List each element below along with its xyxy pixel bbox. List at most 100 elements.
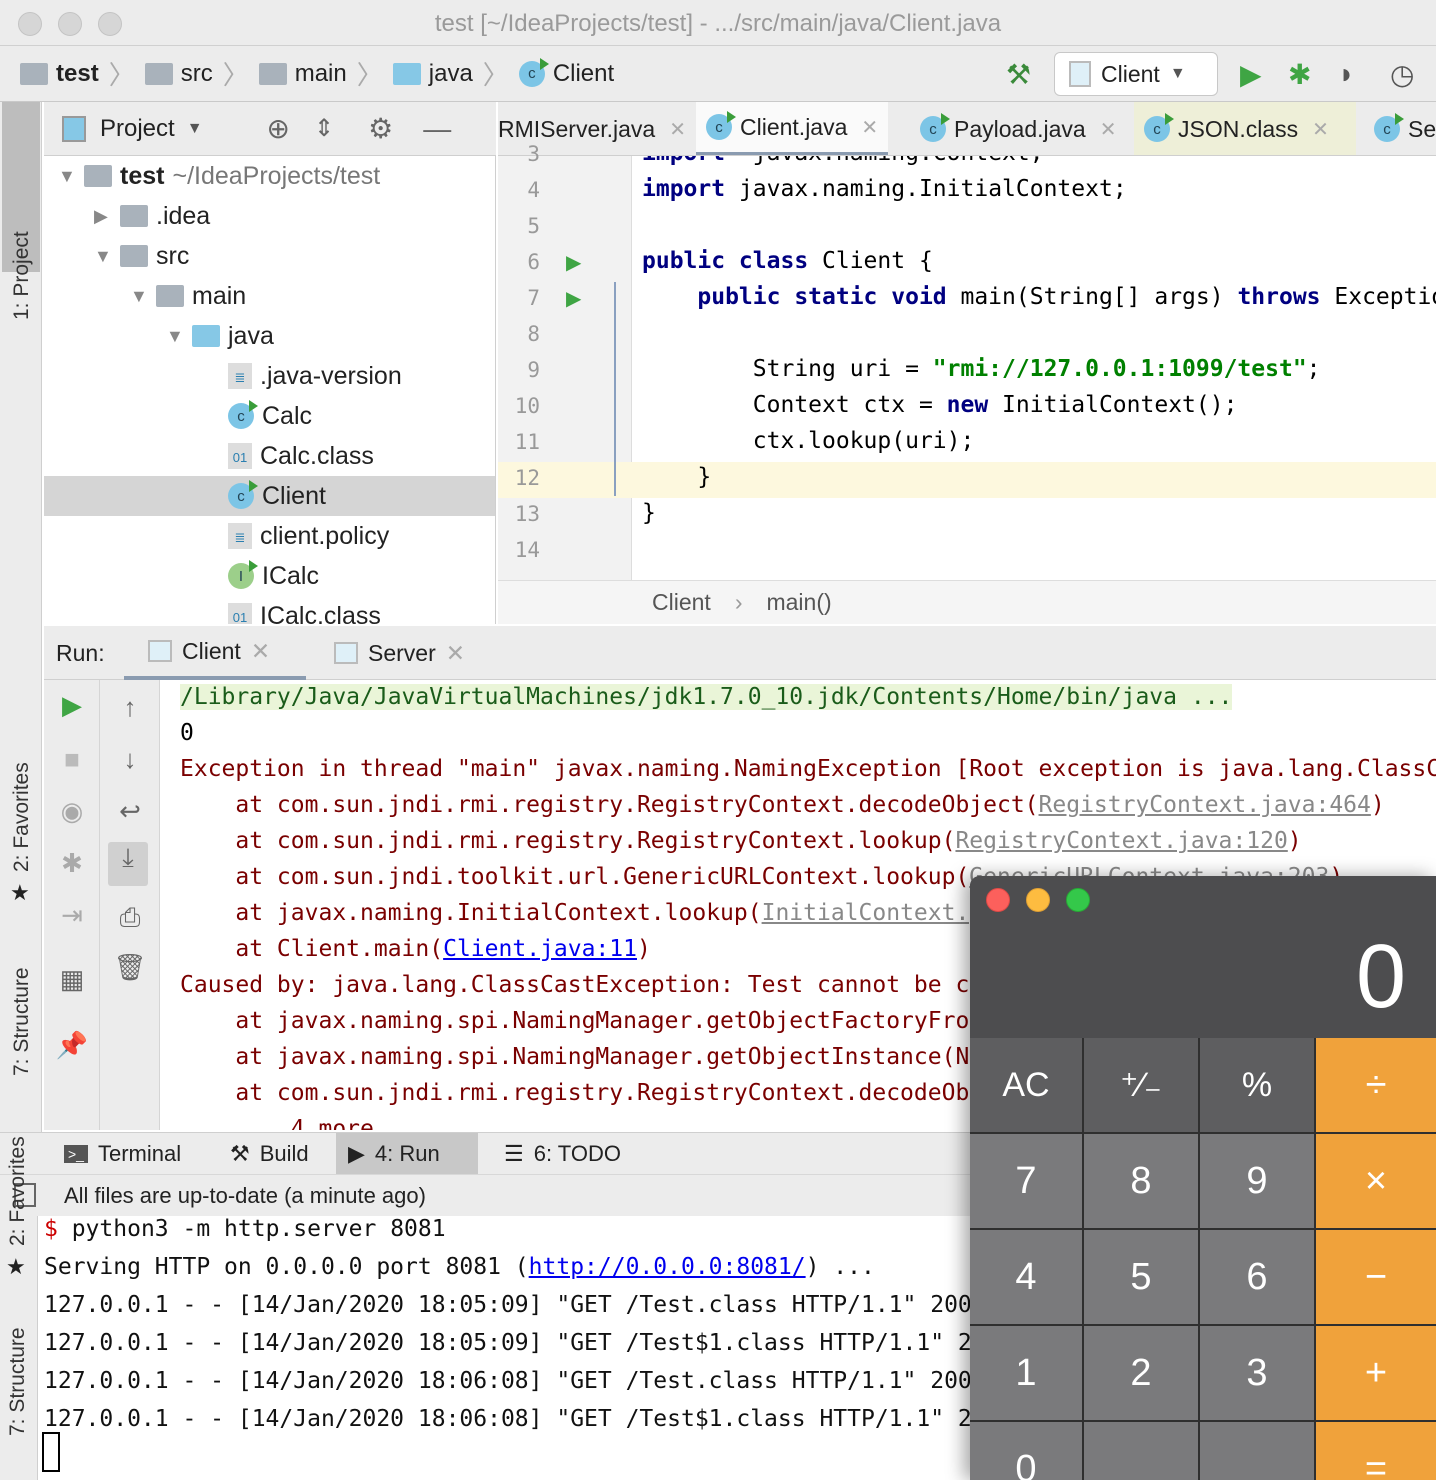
run-configuration-select[interactable]: Client ▼ — [1054, 52, 1218, 96]
tree-item[interactable]: c Client — [44, 476, 495, 516]
crumb-client[interactable]: c Client — [518, 57, 614, 88]
key-percent[interactable]: % — [1200, 1038, 1314, 1132]
arrow-up-icon[interactable]: ↑ — [110, 692, 150, 723]
stack-trace-link[interactable]: Client.java:11 — [443, 936, 637, 962]
run-tab-client[interactable]: Client ✕ — [124, 626, 306, 680]
key-digit-8[interactable]: 8 — [1084, 1134, 1198, 1228]
gear-icon[interactable]: ⚙ — [368, 112, 393, 145]
debug-bug-icon[interactable]: ✱ — [1288, 58, 1311, 91]
close-window-button[interactable] — [986, 888, 1010, 912]
layout-icon[interactable]: ▦ — [52, 964, 92, 995]
tree-item[interactable]: I ICalc — [44, 556, 495, 596]
key-digit-7[interactable]: 7 — [970, 1134, 1082, 1228]
expand-arrow-down-icon[interactable]: ▼ — [94, 246, 112, 267]
tree-item[interactable]: ≣ .java-version — [44, 356, 495, 396]
minimize-window-button[interactable] — [1026, 888, 1050, 912]
tab-se[interactable]: c Se — [1364, 102, 1436, 155]
key-plus-minus[interactable]: ⁺∕₋ — [1084, 1038, 1198, 1132]
key-digit-5[interactable]: 5 — [1084, 1230, 1198, 1324]
tab-json[interactable]: c JSON.class ✕ — [1134, 102, 1356, 155]
key-divide[interactable]: ÷ — [1316, 1038, 1436, 1132]
zoom-window-button[interactable] — [1066, 888, 1090, 912]
tab-build[interactable]: ⚒ Build — [218, 1133, 321, 1175]
tree-item[interactable]: 01 ICalc.class — [44, 596, 495, 624]
tree-item[interactable]: ▶ .idea — [44, 196, 495, 236]
arrow-down-icon[interactable]: ↓ — [110, 744, 150, 775]
close-icon[interactable]: ✕ — [669, 117, 686, 142]
crumb-main[interactable]: main — [258, 60, 347, 88]
coverage-icon[interactable]: ◗ — [1338, 58, 1355, 90]
stack-trace-link[interactable]: RegistryContext.java:464 — [1039, 792, 1371, 818]
key-minus[interactable]: − — [1316, 1230, 1436, 1324]
tree-item[interactable]: ▼ src — [44, 236, 495, 276]
build-hammer-icon[interactable]: ⚒ — [1006, 58, 1031, 91]
crumb-src[interactable]: src — [144, 60, 213, 88]
key-digit-1[interactable]: 1 — [970, 1326, 1082, 1420]
key-digit-4[interactable]: 4 — [970, 1230, 1082, 1324]
tab-client[interactable]: c Client.java ✕ — [696, 102, 889, 155]
tree-item[interactable]: ≣ client.policy — [44, 516, 495, 556]
crumb-test[interactable]: test — [20, 60, 99, 88]
tree-item[interactable]: ▼ test ~/IdeaProjects/test — [44, 156, 495, 196]
run-gutter-icon[interactable]: ▶ — [566, 250, 581, 275]
close-icon[interactable]: ✕ — [1312, 117, 1329, 142]
key-equals[interactable]: = — [1316, 1422, 1436, 1480]
tree-item[interactable]: 01 Calc.class — [44, 436, 495, 476]
tab-run[interactable]: ▶ 4: Run — [336, 1133, 478, 1175]
run-tab-server[interactable]: Server ✕ — [324, 626, 465, 680]
run-icon[interactable]: ▶ — [1240, 58, 1262, 91]
pin-icon[interactable]: 📌 — [52, 1030, 92, 1061]
close-icon[interactable]: ✕ — [1100, 117, 1117, 142]
stack-trace-link[interactable]: RegistryContext.java:120 — [955, 828, 1287, 854]
print-icon[interactable]: ⎙ — [110, 902, 150, 934]
code-editor[interactable]: import javax.naming.Context;import javax… — [632, 156, 1436, 580]
debug-icon[interactable]: ✱ — [52, 848, 92, 879]
expand-arrow-down-icon[interactable]: ▼ — [130, 286, 148, 307]
tab-todo[interactable]: ☰ 6: TODO — [492, 1133, 633, 1175]
close-icon[interactable]: ✕ — [251, 638, 270, 665]
expand-arrow-down-icon[interactable]: ▼ — [58, 166, 76, 187]
key-digit-blank[interactable] — [1084, 1422, 1198, 1480]
tab-payload[interactable]: c Payload.java ✕ — [910, 102, 1126, 155]
stripe-favorites-label[interactable]: 2: Favorites — [6, 1136, 30, 1246]
collapse-all-icon[interactable]: ⇕ — [314, 114, 334, 143]
key-digit-9[interactable]: 9 — [1200, 1134, 1314, 1228]
breadcrumb-class[interactable]: Client — [652, 589, 711, 616]
expand-arrow-down-icon[interactable]: ▼ — [166, 326, 184, 347]
locate-target-icon[interactable]: ⊕ — [267, 112, 290, 145]
key-digit-blank[interactable] — [1200, 1422, 1314, 1480]
key-plus[interactable]: + — [1316, 1326, 1436, 1420]
project-view-select[interactable]: Project — [100, 115, 175, 143]
breadcrumb-method[interactable]: main() — [766, 589, 831, 616]
stop-icon[interactable]: ■ — [52, 744, 92, 775]
run-gutter-icon[interactable]: ▶ — [566, 286, 581, 311]
stripe-structure-label[interactable]: 7: Structure — [10, 967, 34, 1076]
expand-arrow-right-icon[interactable]: ▶ — [94, 206, 112, 227]
close-icon[interactable]: ✕ — [446, 640, 465, 667]
tab-terminal[interactable]: >_ Terminal — [52, 1133, 193, 1175]
close-icon[interactable]: ✕ — [861, 115, 878, 140]
scroll-to-end-icon[interactable]: ⤓ — [108, 842, 148, 886]
key-all-clear[interactable]: AC — [970, 1038, 1082, 1132]
profile-icon[interactable]: ◷ — [1390, 58, 1414, 91]
trash-icon[interactable]: 🗑 — [110, 952, 150, 983]
tree-item[interactable]: c Calc — [44, 396, 495, 436]
key-multiply[interactable]: × — [1316, 1134, 1436, 1228]
stripe-structure-label[interactable]: 7: Structure — [6, 1327, 30, 1436]
stripe-favorites-label[interactable]: 2: Favorites — [10, 762, 34, 872]
key-digit-3[interactable]: 3 — [1200, 1326, 1314, 1420]
stripe-project-label[interactable]: 1: Project — [10, 231, 34, 320]
key-digit-6[interactable]: 6 — [1200, 1230, 1314, 1324]
server-url-link[interactable]: http://0.0.0.0:8081/ — [529, 1254, 806, 1280]
chevron-down-icon[interactable]: ▼ — [187, 120, 203, 138]
key-digit-2[interactable]: 2 — [1084, 1326, 1198, 1420]
key-digit-0[interactable]: 0 — [970, 1422, 1082, 1480]
crumb-java[interactable]: java — [392, 60, 473, 88]
tree-item[interactable]: ▼ main — [44, 276, 495, 316]
rerun-icon[interactable]: ▶ — [52, 690, 92, 721]
terminal-window[interactable]: $ python3 -m http.server 8081 Serving HT… — [0, 1216, 999, 1480]
tree-item[interactable]: ▼ java — [44, 316, 495, 356]
hide-panel-icon[interactable]: — — [423, 113, 451, 145]
exit-icon[interactable]: ⇥ — [52, 900, 92, 931]
soft-wrap-icon[interactable]: ↩ — [110, 796, 150, 827]
